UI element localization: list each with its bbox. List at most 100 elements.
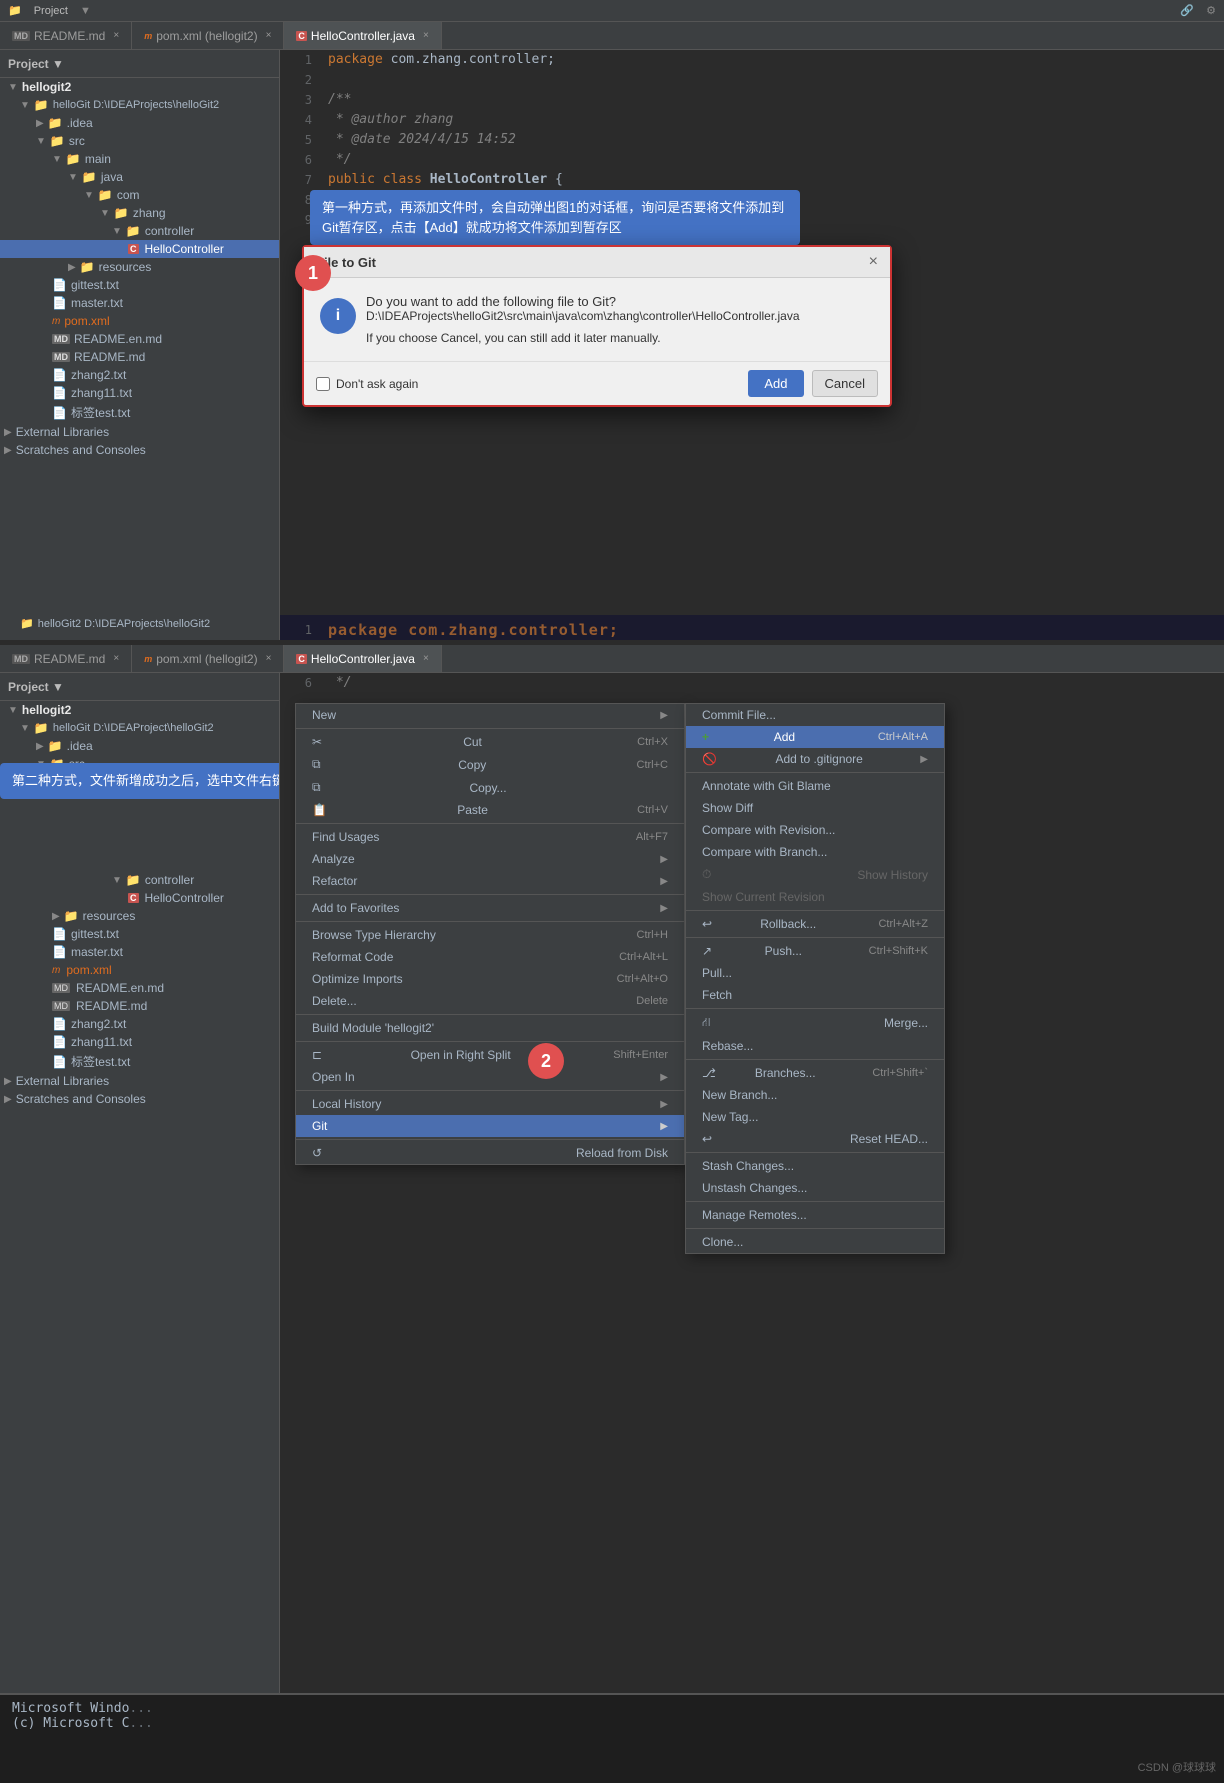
sidebar-item-readme-en[interactable]: MD README.en.md — [0, 330, 279, 348]
git-add[interactable]: + Add Ctrl+Alt+A — [686, 726, 944, 748]
s2-hellogit[interactable]: ▼ hellogit2 — [0, 701, 279, 719]
dont-ask-checkbox[interactable] — [316, 377, 330, 391]
cm-browse-hier[interactable]: Browse Type Hierarchy Ctrl+H — [296, 924, 684, 946]
git-add-gitignore[interactable]: 🚫 Add to .gitignore ▶ — [686, 748, 944, 770]
cm-paste-shortcut: Ctrl+V — [637, 804, 668, 816]
cm-analyze[interactable]: Analyze ▶ — [296, 848, 684, 870]
sidebar-item-biaqian[interactable]: 📄 标签test.txt — [0, 402, 279, 423]
tab-readme[interactable]: MD README.md × — [0, 22, 132, 49]
git-rollback[interactable]: ↩ Rollback... Ctrl+Alt+Z — [686, 913, 944, 935]
cm-add-favorites[interactable]: Add to Favorites ▶ — [296, 897, 684, 919]
s2-resources[interactable]: ▶ 📁 resources — [0, 907, 279, 925]
tab-readme-2[interactable]: MD README.md × — [0, 645, 132, 672]
git-new-branch[interactable]: New Branch... — [686, 1084, 944, 1106]
git-blame[interactable]: Annotate with Git Blame — [686, 775, 944, 797]
s2-zhang11[interactable]: 📄 zhang11.txt — [0, 1033, 279, 1051]
git-fetch[interactable]: Fetch — [686, 984, 944, 1006]
git-show-current[interactable]: Show Current Revision — [686, 886, 944, 908]
git-new-tag[interactable]: New Tag... — [686, 1106, 944, 1128]
tab-pom-2-close[interactable]: × — [266, 653, 272, 664]
tab-readme-2-close[interactable]: × — [113, 653, 119, 664]
git-branches[interactable]: ⎇ Branches... Ctrl+Shift+` — [686, 1062, 944, 1084]
git-compare-revision[interactable]: Compare with Revision... — [686, 819, 944, 841]
cm-copy2[interactable]: ⧉ Copy... — [296, 776, 684, 799]
dropdown-arrow[interactable]: ▼ — [80, 5, 91, 17]
s2-readme[interactable]: MD README.md — [0, 997, 279, 1015]
cm-reload[interactable]: ↺ Reload from Disk — [296, 1142, 684, 1164]
sidebar-item-zhang2[interactable]: 📄 zhang2.txt — [0, 366, 279, 384]
git-reset-head[interactable]: ↩ Reset HEAD... — [686, 1128, 944, 1150]
sidebar-item-zhang11[interactable]: 📄 zhang11.txt — [0, 384, 279, 402]
s2-pom[interactable]: m pom.xml — [0, 961, 279, 979]
sidebar-item-project[interactable]: ▼ 📁 helloGit D:\IDEAProjects\helloGit2 — [0, 96, 279, 114]
s2-gittest[interactable]: 📄 gittest.txt — [0, 925, 279, 943]
sidebar-item-ext-libs[interactable]: ▶ External Libraries — [0, 423, 279, 441]
s2-controller[interactable]: ▼ 📁 controller — [0, 871, 279, 889]
tab-hello-close[interactable]: × — [423, 30, 429, 41]
sidebar-item-scratches[interactable]: ▶ Scratches and Consoles — [0, 441, 279, 459]
sidebar-item-main[interactable]: ▼ 📁 main — [0, 150, 279, 168]
sidebar-item-com[interactable]: ▼ 📁 com — [0, 186, 279, 204]
cm-open-split[interactable]: ⊏ Open in Right Split Shift+Enter — [296, 1044, 684, 1066]
sidebar-item-pom[interactable]: m pom.xml — [0, 312, 279, 330]
cancel-button[interactable]: Cancel — [812, 370, 878, 397]
git-pull[interactable]: Pull... — [686, 962, 944, 984]
tab-hello[interactable]: C HelloController.java × — [284, 22, 441, 49]
s2-master[interactable]: 📄 master.txt — [0, 943, 279, 961]
s2-biaqian[interactable]: 📄 标签test.txt — [0, 1051, 279, 1072]
cm-paste[interactable]: 📋 Paste Ctrl+V — [296, 799, 684, 821]
s2-zhang2[interactable]: 📄 zhang2.txt — [0, 1015, 279, 1033]
git-compare-branch[interactable]: Compare with Branch... — [686, 841, 944, 863]
git-manage-remotes[interactable]: Manage Remotes... — [686, 1204, 944, 1226]
sidebar-item-java[interactable]: ▼ 📁 java — [0, 168, 279, 186]
sidebar-item-resources[interactable]: ▶ 📁 resources — [0, 258, 279, 276]
cm-build[interactable]: Build Module 'hellogit2' — [296, 1017, 684, 1039]
s2-project-path[interactable]: ▼ 📁 helloGit D:\IDEAProject\helloGit2 — [0, 719, 279, 737]
cm-refactor[interactable]: Refactor ▶ — [296, 870, 684, 892]
sidebar-item-hellocontroller[interactable]: C HelloController — [0, 240, 279, 258]
dialog-close-button[interactable]: × — [869, 253, 878, 271]
tab-readme-close[interactable]: × — [113, 30, 119, 41]
s2-ext-libs[interactable]: ▶ External Libraries — [0, 1072, 279, 1090]
cm-new[interactable]: New ▶ — [296, 704, 684, 726]
git-merge[interactable]: ⛙ Merge... — [686, 1011, 944, 1035]
cm-open-in[interactable]: Open In ▶ — [296, 1066, 684, 1088]
cm-copy[interactable]: ⧉ Copy Ctrl+C — [296, 753, 684, 776]
tab-pom-2[interactable]: m pom.xml (hellogit2) × — [132, 645, 284, 672]
git-rebase[interactable]: Rebase... — [686, 1035, 944, 1057]
sidebar-item-src[interactable]: ▼ 📁 src — [0, 132, 279, 150]
s2-readme-en[interactable]: MD README.en.md — [0, 979, 279, 997]
terminal-content[interactable]: Microsoft Windo... (c) Microsoft C... — [0, 1695, 1224, 1737]
sidebar-item-idea[interactable]: ▶ 📁 .idea — [0, 114, 279, 132]
sidebar-item-zhang[interactable]: ▼ 📁 zhang — [0, 204, 279, 222]
sidebar-item-readme[interactable]: MD README.md — [0, 348, 279, 366]
sidebar-item-master[interactable]: 📄 master.txt — [0, 294, 279, 312]
git-show-history[interactable]: ⏱ Show History — [686, 863, 944, 886]
s2-hellocontroller[interactable]: C HelloController — [0, 889, 279, 907]
sidebar-item-controller[interactable]: ▼ 📁 controller — [0, 222, 279, 240]
cm-cut[interactable]: ✂ Cut Ctrl+X — [296, 731, 684, 753]
cm-reformat[interactable]: Reformat Code Ctrl+Alt+L — [296, 946, 684, 968]
sidebar-item-root[interactable]: ▼ hellogit2 — [0, 78, 279, 96]
cm-find-usages[interactable]: Find Usages Alt+F7 — [296, 826, 684, 848]
s2-scratches[interactable]: ▶ Scratches and Consoles — [0, 1090, 279, 1108]
git-clone[interactable]: Clone... — [686, 1231, 944, 1253]
cm-git[interactable]: Git ▶ — [296, 1115, 684, 1137]
git-push[interactable]: ↗ Push... Ctrl+Shift+K — [686, 940, 944, 962]
cm-local-history[interactable]: Local History ▶ — [296, 1093, 684, 1115]
sidebar-item-gittest[interactable]: 📄 gittest.txt — [0, 276, 279, 294]
tab-pom-close[interactable]: × — [266, 30, 272, 41]
git-unstash[interactable]: Unstash Changes... — [686, 1177, 944, 1199]
project-label[interactable]: Project — [34, 5, 68, 17]
tab-pom[interactable]: m pom.xml (hellogit2) × — [132, 22, 284, 49]
tab-hello-2-close[interactable]: × — [423, 653, 429, 664]
git-stash[interactable]: Stash Changes... — [686, 1155, 944, 1177]
settings-icon[interactable]: ⚙ — [1206, 4, 1216, 17]
cm-delete[interactable]: Delete... Delete — [296, 990, 684, 1012]
git-commit-file[interactable]: Commit File... — [686, 704, 944, 726]
tab-hello-2[interactable]: C HelloController.java × — [284, 645, 441, 672]
git-show-diff[interactable]: Show Diff — [686, 797, 944, 819]
cm-optimize-imports[interactable]: Optimize Imports Ctrl+Alt+O — [296, 968, 684, 990]
add-button[interactable]: Add — [748, 370, 803, 397]
s2-idea[interactable]: ▶ 📁 .idea — [0, 737, 279, 755]
